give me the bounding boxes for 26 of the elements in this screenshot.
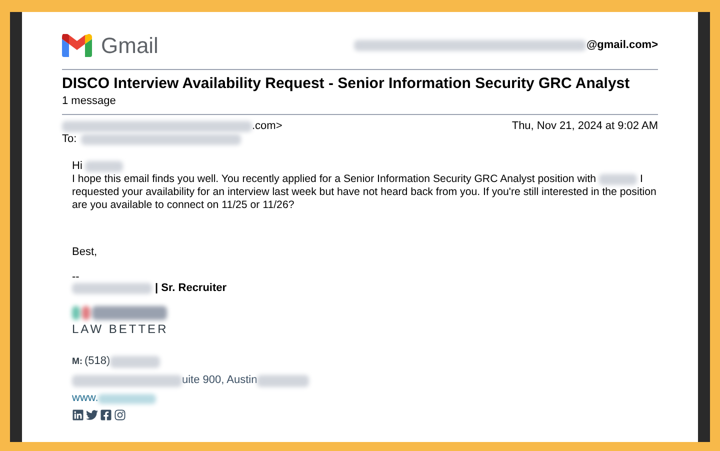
to-label: To: <box>62 133 77 146</box>
bird-icon[interactable] <box>86 409 98 421</box>
greeting: Hi <box>72 160 82 173</box>
phone-number: (518) <box>84 355 110 368</box>
instagram-icon[interactable] <box>114 409 126 421</box>
closing: Best, <box>72 246 98 259</box>
facebook-icon[interactable] <box>100 409 112 421</box>
phone-label: M: <box>72 355 82 368</box>
gmail-wordmark: Gmail <box>101 32 158 60</box>
address: uite 900, Austin <box>182 374 258 387</box>
account-email: @gmail.com> <box>586 38 658 53</box>
email-date: Thu, Nov 21, 2024 at 9:02 AM <box>512 120 658 133</box>
sender-email: .com> <box>252 120 282 133</box>
linkedin-icon[interactable] <box>72 409 84 421</box>
gmail-logo-icon <box>62 34 92 56</box>
signature-separator: -- <box>72 272 80 282</box>
redacted-text <box>98 394 156 404</box>
company-tagline: LAW BETTER <box>72 323 170 336</box>
redacted-text <box>257 374 310 386</box>
message-count: 1 message <box>62 94 117 108</box>
email-subject: DISCO Interview Availability Request - Senior Information Security GRC Analyst <box>62 74 631 94</box>
email-body: I hope this email finds you well. You recently applied for a Senior Information Security GRC Analyst position with I requested your availability for an interview last week but have not heard back from you. If you're still interested in the position are you available to connect on 11/25 or 11/26? <box>72 173 658 212</box>
website-link[interactable]: www. <box>72 392 98 405</box>
job-title: | Sr. Recruiter <box>155 282 227 295</box>
redacted-text <box>110 356 160 368</box>
redacted-text <box>85 161 124 172</box>
